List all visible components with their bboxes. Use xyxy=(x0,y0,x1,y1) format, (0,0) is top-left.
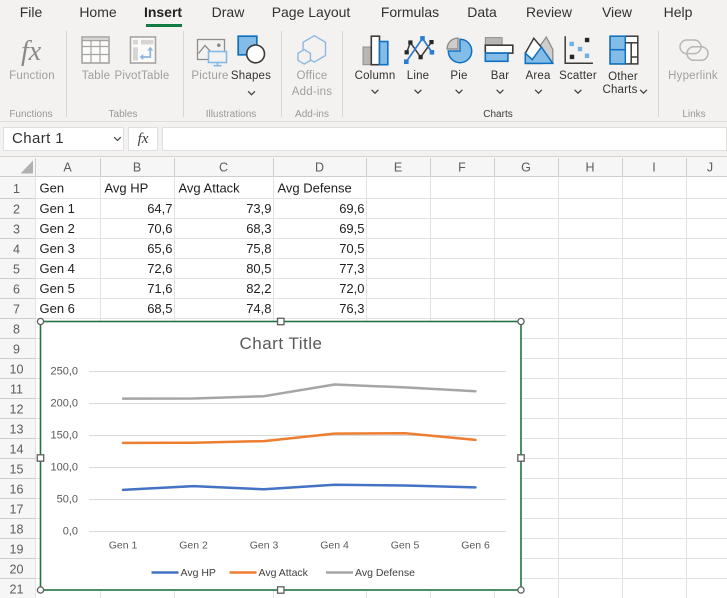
svg-text:fx: fx xyxy=(21,36,42,67)
svg-text:75,8: 75,8 xyxy=(246,241,271,256)
svg-text:64,7: 64,7 xyxy=(147,201,172,216)
svg-text:82,2: 82,2 xyxy=(246,281,271,296)
svg-text:11: 11 xyxy=(10,383,23,397)
svg-text:2: 2 xyxy=(13,203,20,217)
svg-text:80,5: 80,5 xyxy=(246,261,271,276)
svg-text:14: 14 xyxy=(10,443,24,457)
svg-text:Gen 4: Gen 4 xyxy=(40,261,75,276)
svg-text:G: G xyxy=(521,161,531,175)
svg-text:J: J xyxy=(707,161,713,175)
svg-text:150,0: 150,0 xyxy=(50,430,78,442)
svg-text:Gen 6: Gen 6 xyxy=(461,540,490,552)
svg-text:13: 13 xyxy=(10,423,24,437)
svg-text:H: H xyxy=(585,161,594,175)
svg-text:Avg Attack: Avg Attack xyxy=(179,180,241,195)
svg-text:Gen: Gen xyxy=(40,180,65,195)
svg-text:21: 21 xyxy=(10,583,24,597)
svg-text:17: 17 xyxy=(10,503,24,517)
svg-text:1: 1 xyxy=(13,182,20,196)
svg-text:D: D xyxy=(315,161,324,175)
svg-text:74,8: 74,8 xyxy=(246,301,271,316)
svg-text:65,6: 65,6 xyxy=(147,241,172,256)
svg-text:B: B xyxy=(133,161,141,175)
svg-text:69,5: 69,5 xyxy=(339,221,364,236)
svg-text:73,9: 73,9 xyxy=(246,201,271,216)
svg-text:0,0: 0,0 xyxy=(63,526,78,538)
svg-text:70,5: 70,5 xyxy=(339,241,364,256)
svg-text:Gen 6: Gen 6 xyxy=(40,301,75,316)
svg-text:68,3: 68,3 xyxy=(246,221,271,236)
svg-text:15: 15 xyxy=(10,463,24,477)
svg-text:70,6: 70,6 xyxy=(147,221,172,236)
svg-text:Avg HP: Avg HP xyxy=(105,180,149,195)
svg-text:Gen 5: Gen 5 xyxy=(40,281,75,296)
svg-text:Gen 4: Gen 4 xyxy=(320,540,349,552)
svg-text:Gen 2: Gen 2 xyxy=(179,540,208,552)
svg-text:F: F xyxy=(458,161,466,175)
svg-text:77,3: 77,3 xyxy=(339,261,364,276)
svg-text:72,0: 72,0 xyxy=(339,281,364,296)
svg-text:68,5: 68,5 xyxy=(147,301,172,316)
svg-text:3: 3 xyxy=(13,223,20,237)
svg-text:Gen 3: Gen 3 xyxy=(40,241,75,256)
svg-text:72,6: 72,6 xyxy=(147,261,172,276)
svg-text:4: 4 xyxy=(13,243,20,257)
svg-text:69,6: 69,6 xyxy=(339,201,364,216)
svg-text:Avg Defense: Avg Defense xyxy=(278,180,352,195)
svg-text:5: 5 xyxy=(13,263,20,277)
svg-text:Chart Title: Chart Title xyxy=(240,334,323,353)
svg-text:100,0: 100,0 xyxy=(50,462,78,474)
svg-text:Gen 1: Gen 1 xyxy=(40,201,75,216)
svg-text:Gen 5: Gen 5 xyxy=(391,540,420,552)
svg-text:E: E xyxy=(394,161,402,175)
svg-text:71,6: 71,6 xyxy=(147,281,172,296)
svg-text:C: C xyxy=(219,161,228,175)
svg-text:12: 12 xyxy=(10,403,24,417)
svg-text:I: I xyxy=(652,161,655,175)
svg-text:50,0: 50,0 xyxy=(57,494,78,506)
svg-text:Avg Defense: Avg Defense xyxy=(355,567,415,579)
svg-text:250,0: 250,0 xyxy=(50,366,78,378)
svg-text:Avg Attack: Avg Attack xyxy=(259,567,309,579)
svg-text:10: 10 xyxy=(10,363,24,377)
svg-text:8: 8 xyxy=(13,323,20,337)
svg-text:200,0: 200,0 xyxy=(50,398,78,410)
svg-text:20: 20 xyxy=(10,563,24,577)
svg-text:76,3: 76,3 xyxy=(339,301,364,316)
svg-text:9: 9 xyxy=(13,343,20,357)
svg-text:7: 7 xyxy=(13,303,20,317)
svg-text:Gen 1: Gen 1 xyxy=(109,540,138,552)
svg-text:6: 6 xyxy=(13,283,20,297)
svg-text:A: A xyxy=(63,161,72,175)
svg-text:Gen 2: Gen 2 xyxy=(40,221,75,236)
svg-text:Avg HP: Avg HP xyxy=(181,567,216,579)
svg-text:18: 18 xyxy=(10,523,24,537)
svg-text:16: 16 xyxy=(10,483,24,497)
svg-text:19: 19 xyxy=(10,543,24,557)
svg-text:Gen 3: Gen 3 xyxy=(250,540,279,552)
